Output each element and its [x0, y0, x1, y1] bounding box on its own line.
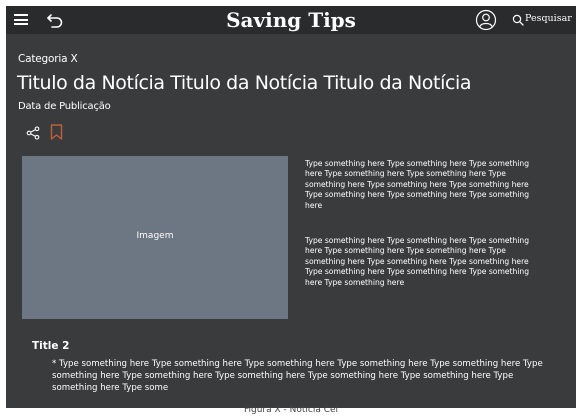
article-image-placeholder: Imagem: [22, 156, 288, 319]
article-title: Titulo da Notícia Titulo da Notícia Titu…: [17, 72, 472, 94]
share-icon[interactable]: [26, 126, 40, 140]
search-icon[interactable]: [512, 14, 524, 26]
search-button-label[interactable]: Pesquisar: [525, 13, 572, 24]
image-label: Imagem: [136, 231, 174, 241]
figure-caption: Figura X - Notícia Cel: [243, 405, 339, 415]
app-screen: Saving Tips Pesquisar Categoria X Titulo…: [6, 6, 576, 408]
section-title: Title 2: [32, 340, 70, 352]
top-bar: Saving Tips Pesquisar: [6, 6, 576, 34]
category-label[interactable]: Categoria X: [18, 53, 78, 65]
back-arrow-icon[interactable]: [46, 12, 64, 28]
bullet-paragraph: * Type something here Type something her…: [52, 359, 543, 393]
article-paragraph: Type something here Type something here …: [305, 236, 530, 287]
user-icon[interactable]: [475, 9, 497, 31]
bookmark-icon[interactable]: [50, 124, 63, 140]
article-paragraph: Type something here Type something here …: [305, 159, 530, 210]
brand-title[interactable]: Saving Tips: [226, 8, 356, 32]
publication-date: Data de Publicação: [18, 101, 111, 112]
menu-icon[interactable]: [14, 14, 28, 25]
